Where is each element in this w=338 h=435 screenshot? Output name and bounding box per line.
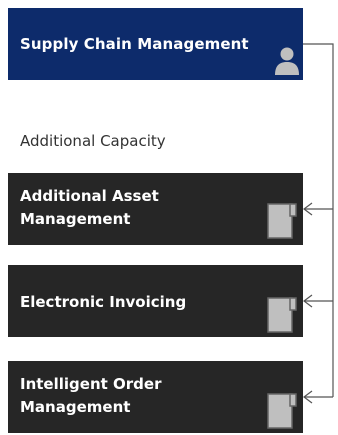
connector-lines bbox=[303, 43, 334, 404]
diagram-canvas: Supply Chain Management Additional Capac… bbox=[0, 0, 338, 435]
connector-trunk bbox=[303, 43, 334, 397]
